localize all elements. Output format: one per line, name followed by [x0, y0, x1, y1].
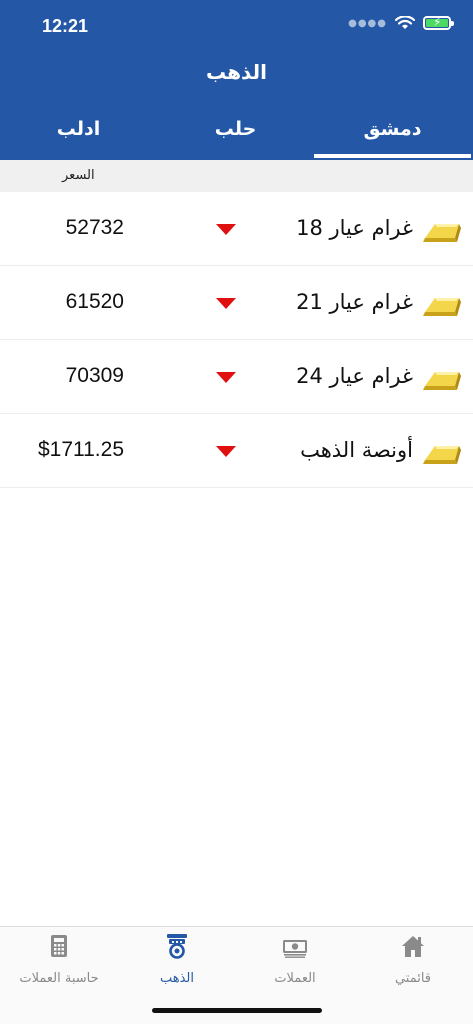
trend-down-icon [216, 446, 236, 457]
tabbar-item-gold[interactable]: الذهب [118, 933, 236, 986]
wifi-icon [395, 16, 415, 29]
list-item[interactable]: 61520 غرام عيار 21 [0, 266, 473, 340]
gold-bar-icon [423, 446, 461, 464]
tabbar-label: الذهب [159, 971, 195, 986]
gold-price-list: 52732 غرام عيار 18 61520 غرام عيار 21 70… [0, 192, 473, 488]
item-name: أونصة الذهب [300, 438, 413, 462]
city-tabs: ادلب حلب دمشق [0, 112, 473, 160]
gold-medal-icon [167, 934, 187, 959]
item-name: غرام عيار 21 [296, 290, 413, 314]
item-name: غرام عيار 18 [296, 216, 413, 240]
tab-aleppo[interactable]: حلب [157, 112, 314, 160]
gold-bar-icon [423, 298, 461, 316]
status-time: 12:21 [42, 16, 89, 36]
trend-down-icon [216, 298, 236, 309]
tab-idlib[interactable]: ادلب [0, 112, 157, 160]
tab-damascus[interactable]: دمشق [314, 112, 471, 160]
battery-icon: ⚡ [423, 15, 454, 30]
price-column-header: السعر [0, 160, 473, 192]
price-value: 61520 [65, 290, 124, 313]
tabbar-label: قائمتي [394, 971, 432, 986]
trend-down-icon [216, 224, 236, 235]
calculator-icon [51, 935, 67, 957]
list-item[interactable]: 52732 غرام عيار 18 [0, 192, 473, 266]
price-value: $1711.25 [37, 438, 124, 461]
price-value: 70309 [65, 364, 124, 387]
status-icons: ●●●● ⚡ [348, 15, 454, 30]
tabbar-item-my-list[interactable]: قائمتي [354, 933, 472, 986]
gold-bar-icon [423, 224, 461, 242]
tabbar-label: العملات [274, 971, 316, 986]
tabbar-item-currencies[interactable]: العملات [236, 933, 354, 986]
trend-down-icon [216, 372, 236, 383]
gold-bar-icon [423, 372, 461, 390]
list-item[interactable]: 70309 غرام عيار 24 [0, 340, 473, 414]
price-column-label: السعر [62, 168, 95, 183]
banknote-icon [283, 940, 307, 958]
list-item[interactable]: $1711.25 أونصة الذهب [0, 414, 473, 488]
home-icon [402, 936, 424, 957]
signal-icon: ●●●● [348, 17, 387, 29]
price-value: 52732 [65, 216, 124, 239]
tabbar-label: حاسبة العملات [19, 971, 99, 986]
page-title: الذهب [206, 60, 267, 84]
tabbar-item-calculator[interactable]: حاسبة العملات [0, 933, 118, 986]
home-indicator[interactable] [152, 1008, 322, 1013]
item-name: غرام عيار 24 [296, 364, 413, 388]
app-header: 12:21 ●●●● ⚡ الذهب ادلب حلب دمشق [0, 0, 473, 160]
